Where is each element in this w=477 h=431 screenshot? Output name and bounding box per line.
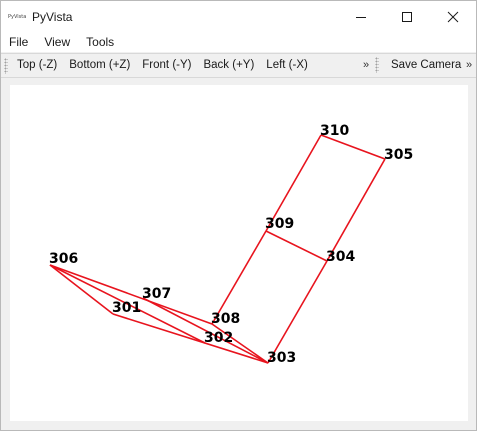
mesh-edge-309-304: [265, 230, 328, 262]
mesh-edge-301-303: [112, 313, 269, 364]
view-top-button[interactable]: Top (-Z): [11, 54, 63, 77]
menu-tools[interactable]: Tools: [78, 32, 122, 52]
node-label-305: 305: [384, 147, 413, 163]
node-label-309: 309: [265, 216, 294, 232]
minimize-icon: [356, 16, 366, 18]
node-labels: 310 305 309 304 306 307 301 308 302 303: [49, 123, 413, 366]
node-label-307: 307: [142, 286, 171, 302]
node-label-304: 304: [326, 249, 355, 265]
node-label-306: 306: [49, 251, 78, 267]
menu-view[interactable]: View: [36, 32, 78, 52]
toolbar2-extension-button[interactable]: »: [466, 54, 472, 77]
view-front-button[interactable]: Front (-Y): [136, 54, 197, 77]
maximize-icon: [402, 11, 412, 22]
close-icon: [447, 11, 459, 22]
view-bottom-button[interactable]: Bottom (+Z): [63, 54, 136, 77]
node-label-303: 303: [267, 350, 296, 366]
toolbar-grip-handle[interactable]: [4, 57, 8, 74]
menu-bar: File View Tools: [1, 32, 476, 52]
toolbar-extension-button[interactable]: »: [363, 54, 369, 77]
close-button[interactable]: [430, 1, 476, 32]
app-icon: PyVista: [8, 13, 26, 20]
toolbar2-grip-handle[interactable]: [375, 57, 379, 73]
toolbar: Top (-Z) Bottom (+Z) Front (-Y) Back (+Y…: [1, 53, 476, 78]
pyvista-window: PyVista PyVista File View Tools Top (-Z)…: [0, 0, 477, 431]
title-bar[interactable]: PyVista PyVista: [1, 1, 476, 32]
view-back-button[interactable]: Back (+Y): [197, 54, 260, 77]
view-left-button[interactable]: Left (-X): [260, 54, 314, 77]
menu-file[interactable]: File: [1, 32, 36, 52]
save-camera-button[interactable]: Save Camera: [385, 54, 467, 77]
mesh-edge-304-303: [267, 260, 328, 364]
render-viewport[interactable]: 310 305 309 304 306 307 301 308 302 303: [10, 85, 468, 421]
window-controls: [338, 1, 476, 32]
maximize-button[interactable]: [384, 1, 430, 32]
node-label-308: 308: [211, 311, 240, 327]
mesh-plot: 310 305 309 304 306 307 301 308 302 303: [49, 123, 413, 366]
mesh-edge-306-301: [49, 264, 114, 315]
mesh-edge-305-304: [326, 158, 386, 262]
node-label-301: 301: [112, 300, 141, 316]
window-title: PyVista: [32, 9, 73, 24]
node-label-302: 302: [204, 330, 233, 346]
node-label-310: 310: [320, 123, 349, 139]
minimize-button[interactable]: [338, 1, 384, 32]
